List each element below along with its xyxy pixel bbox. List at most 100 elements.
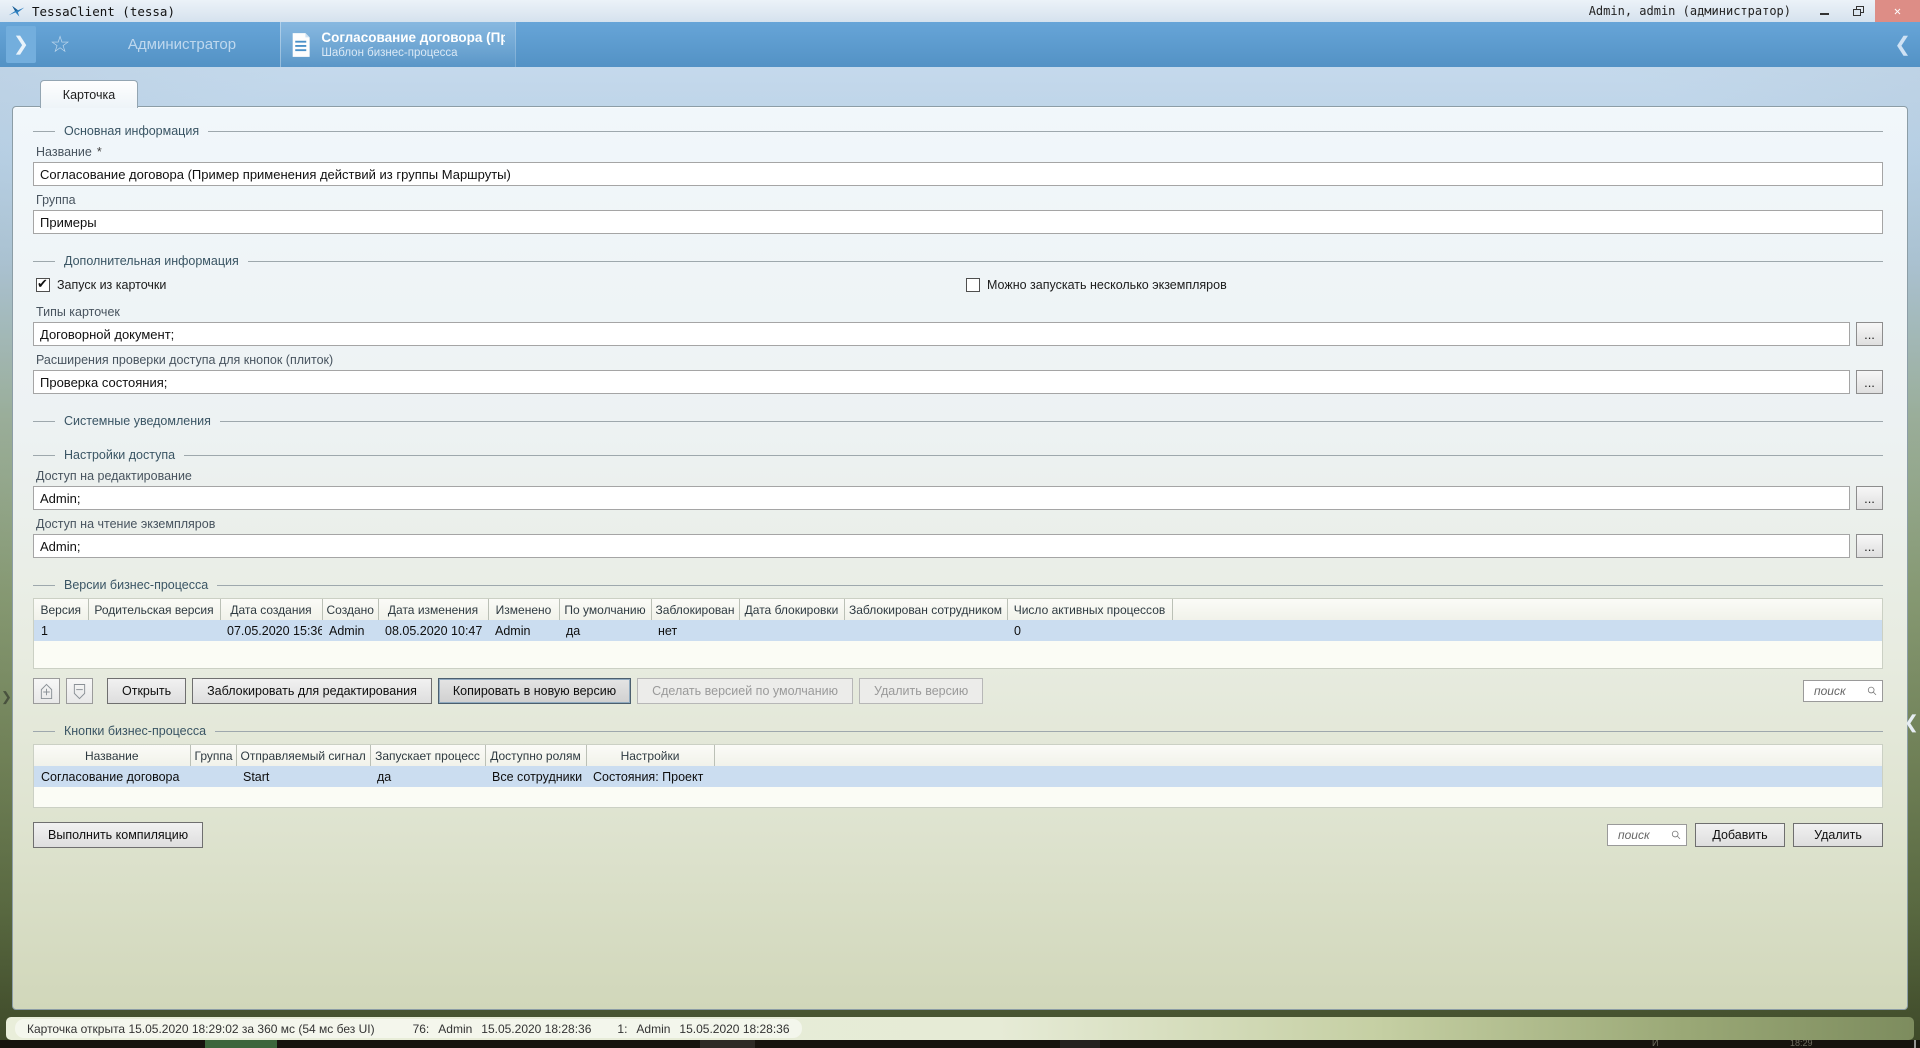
status-counter-1: 76:Admin15.05.2020 18:28:36 xyxy=(413,1022,592,1036)
name-label: Название* xyxy=(36,145,1883,159)
taskbar-segment xyxy=(205,1040,277,1048)
column-header[interactable]: Заблокирован xyxy=(651,599,739,620)
checkbox-label: Можно запускать несколько экземпляров xyxy=(987,278,1227,292)
run-from-card-checkbox[interactable]: Запуск из карточки xyxy=(36,278,166,292)
make-default-version-button[interactable]: Сделать версией по умолчанию xyxy=(637,678,853,704)
access-extensions-input[interactable] xyxy=(33,370,1850,394)
column-header[interactable]: Дата создания xyxy=(220,599,322,620)
add-button[interactable]: Добавить xyxy=(1695,823,1785,847)
column-header[interactable]: Название xyxy=(34,745,190,766)
table-row[interactable]: 107.05.2020 15:36Admin08.05.2020 10:47Ad… xyxy=(34,620,1882,641)
group-main-info: Основная информация xyxy=(33,124,1883,138)
name-input[interactable] xyxy=(33,162,1883,186)
process-buttons-table-empty-area xyxy=(34,787,1882,807)
column-header[interactable]: По умолчанию xyxy=(559,599,651,620)
column-header[interactable]: Версия xyxy=(34,599,88,620)
compile-button[interactable]: Выполнить компиляцию xyxy=(33,822,203,848)
toolbar: ❯ ☆ Администратор Согласование договора … xyxy=(0,22,1920,67)
favorites-star-icon[interactable]: ☆ xyxy=(36,22,84,67)
toolbar-back-arrow[interactable]: ❮ xyxy=(1894,32,1911,57)
right-panel-expander[interactable]: ❮ xyxy=(1904,712,1919,733)
column-header[interactable]: Запускает процесс xyxy=(370,745,485,766)
minimize-button[interactable] xyxy=(1807,0,1841,22)
access-extensions-more-button[interactable]: ... xyxy=(1856,370,1883,394)
copy-to-new-version-button[interactable]: Копировать в новую версию xyxy=(438,678,631,704)
column-header[interactable]: Настройки xyxy=(586,745,714,766)
process-buttons-table: НазваниеГруппаОтправляемый сигналЗапуска… xyxy=(34,745,1882,787)
card-types-input[interactable] xyxy=(33,322,1850,346)
nav-forward-button[interactable]: ❯ xyxy=(6,26,36,63)
open-version-button[interactable]: Открыть xyxy=(107,678,186,704)
process-buttons-search-box xyxy=(1607,824,1687,846)
remove-button[interactable]: Удалить xyxy=(1793,823,1883,847)
bottom-actions-row: Выполнить компиляцию Добавить Удалить xyxy=(33,822,1883,848)
column-header[interactable]: Дата блокировки xyxy=(739,599,844,620)
column-header[interactable]: Дата изменения xyxy=(378,599,488,620)
table-cell[interactable]: Состояния: Проект xyxy=(586,766,714,787)
table-cell[interactable]: 07.05.2020 15:36 xyxy=(220,620,322,641)
multiple-instances-checkbox[interactable]: Можно запускать несколько экземпляров xyxy=(966,278,1227,292)
table-cell[interactable]: Start xyxy=(236,766,370,787)
column-header[interactable]: Создано xyxy=(322,599,378,620)
card-opened-status: Карточка открыта 15.05.2020 18:29:02 за … xyxy=(27,1022,375,1036)
process-buttons-search-input[interactable] xyxy=(1616,827,1668,843)
close-button[interactable]: ✕ xyxy=(1875,0,1920,22)
taskbar-segment xyxy=(1060,1040,1100,1048)
card-panel: Карточка Основная информация Название* Г… xyxy=(12,80,1908,1010)
edit-access-label: Доступ на редактирование xyxy=(36,469,1883,483)
collapse-all-button[interactable] xyxy=(66,678,93,704)
table-cell[interactable]: Admin xyxy=(322,620,378,641)
checkbox-box-icon xyxy=(966,278,980,292)
group-input[interactable] xyxy=(33,210,1883,234)
table-cell[interactable]: да xyxy=(559,620,651,641)
search-icon xyxy=(1671,828,1681,842)
left-panel-expander[interactable]: ❯ xyxy=(1,689,12,705)
expand-all-button[interactable] xyxy=(33,678,60,704)
table-cell[interactable] xyxy=(88,620,220,641)
tab-administrator[interactable]: Администратор xyxy=(84,22,280,67)
versions-table-container: ВерсияРодительская версияДата созданияСо… xyxy=(33,598,1883,669)
table-cell[interactable]: да xyxy=(370,766,485,787)
column-header[interactable]: Заблокирован сотрудником xyxy=(844,599,1007,620)
table-cell[interactable]: Admin xyxy=(488,620,559,641)
group-additional-info: Дополнительная информация xyxy=(33,254,1883,268)
column-header-filler xyxy=(714,745,1882,766)
status-message-pill: Карточка открыта 15.05.2020 18:29:02 за … xyxy=(15,1019,802,1038)
table-cell[interactable]: Все сотрудники xyxy=(485,766,586,787)
table-cell[interactable]: 0 xyxy=(1007,620,1172,641)
table-cell[interactable] xyxy=(844,620,1007,641)
title-bar: TessaClient (tessa) Admin, admin (админи… xyxy=(0,0,1920,23)
window-title: TessaClient (tessa) xyxy=(32,4,175,19)
card-panel-box: Основная информация Название* Группа Доп… xyxy=(12,106,1908,1010)
table-cell[interactable]: 1 xyxy=(34,620,88,641)
versions-table: ВерсияРодительская версияДата созданияСо… xyxy=(34,599,1882,641)
os-taskbar-sliver: И 18:29 xyxy=(0,1040,1920,1048)
tab-card[interactable]: Карточка xyxy=(40,80,138,108)
table-cell[interactable]: Согласование договора xyxy=(34,766,190,787)
column-header[interactable]: Изменено xyxy=(488,599,559,620)
table-row[interactable]: Согласование договора StartдаВсе сотрудни… xyxy=(34,766,1882,787)
column-header[interactable]: Отправляемый сигнал xyxy=(236,745,370,766)
read-access-more-button[interactable]: ... xyxy=(1856,534,1883,558)
versions-search-input[interactable] xyxy=(1812,683,1864,699)
column-header[interactable]: Родительская версия xyxy=(88,599,220,620)
table-cell[interactable]: нет xyxy=(651,620,739,641)
table-cell[interactable] xyxy=(190,766,236,787)
main-area: Карточка Основная информация Название* Г… xyxy=(0,67,1920,1048)
table-cell[interactable] xyxy=(739,620,844,641)
column-header[interactable]: Доступно ролям xyxy=(485,745,586,766)
delete-version-button[interactable]: Удалить версию xyxy=(859,678,983,704)
edit-access-more-button[interactable]: ... xyxy=(1856,486,1883,510)
active-tab-text: Согласование договора (Прим... Шаблон би… xyxy=(321,30,505,59)
edit-access-input[interactable] xyxy=(33,486,1850,510)
column-header[interactable]: Число активных процессов xyxy=(1007,599,1172,620)
column-header[interactable]: Группа xyxy=(190,745,236,766)
lock-for-editing-button[interactable]: Заблокировать для редактирования xyxy=(192,678,432,704)
restore-icon xyxy=(1853,6,1864,16)
table-cell[interactable]: 08.05.2020 10:47 xyxy=(378,620,488,641)
tab-business-process-template[interactable]: Согласование договора (Прим... Шаблон би… xyxy=(280,22,516,67)
read-access-input[interactable] xyxy=(33,534,1850,558)
status-counter-2: 1:Admin15.05.2020 18:28:36 xyxy=(617,1022,789,1036)
restore-button[interactable] xyxy=(1841,0,1875,22)
card-types-more-button[interactable]: ... xyxy=(1856,322,1883,346)
